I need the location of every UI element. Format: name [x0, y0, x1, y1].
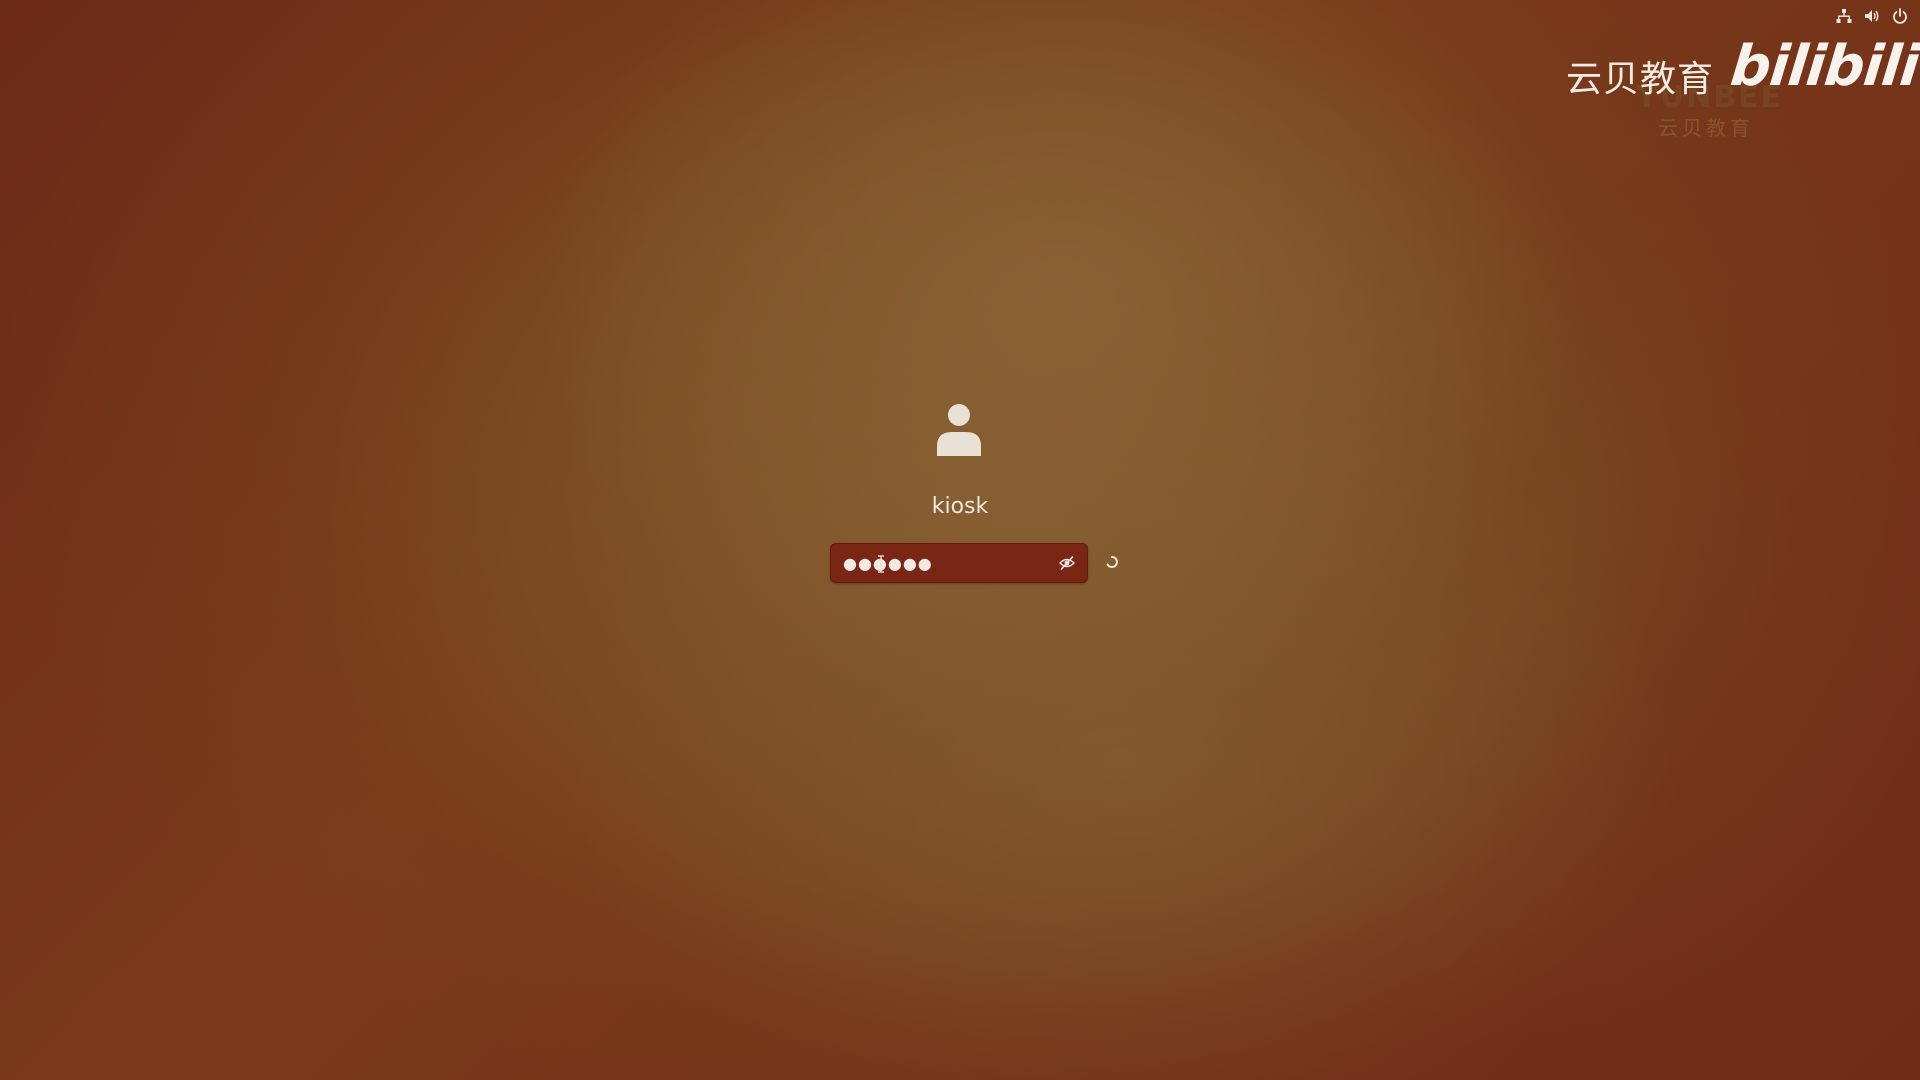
lock-screen: YUNBEE 云贝教育 云贝教育 bilibili kiosk ●●●●●● — [0, 0, 1920, 1080]
login-prompt: kiosk ●●●●●● — [0, 0, 1920, 1080]
password-input[interactable]: ●●●●●● — [830, 543, 1088, 583]
user-avatar-icon — [937, 404, 981, 456]
username-label: kiosk — [931, 494, 989, 519]
spinner-icon — [1106, 556, 1118, 568]
text-cursor-icon — [878, 555, 884, 573]
eye-hidden-icon[interactable] — [1057, 553, 1077, 573]
